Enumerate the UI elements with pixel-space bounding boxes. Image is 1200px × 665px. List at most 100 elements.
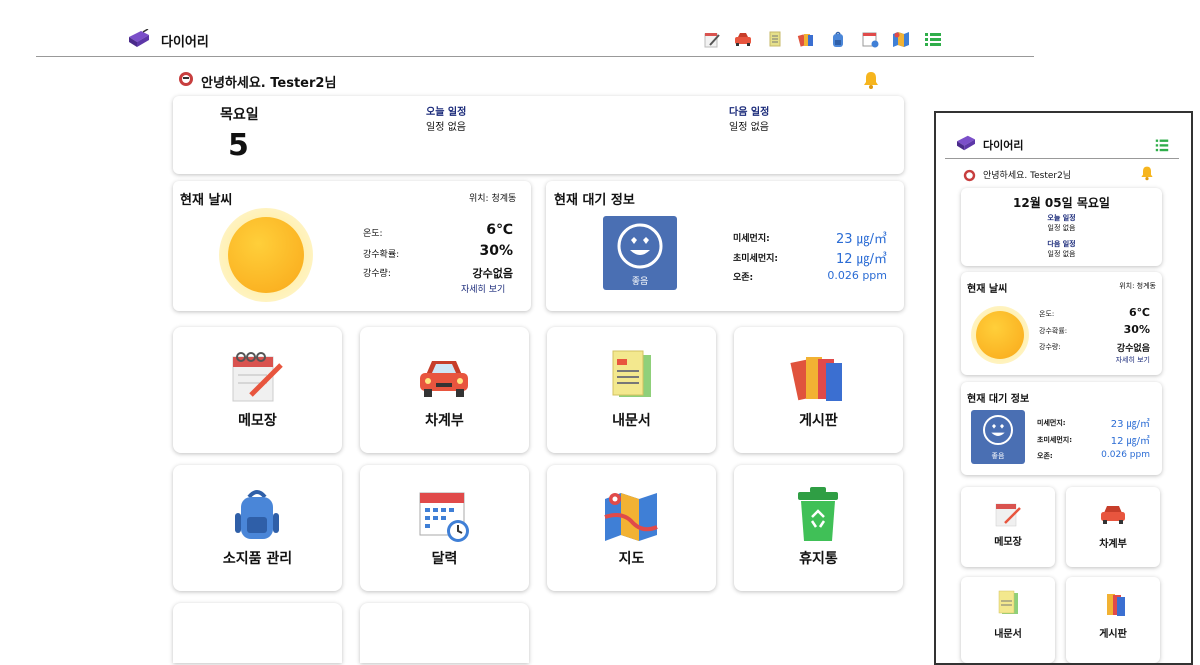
temp-label: 온도: bbox=[363, 229, 383, 239]
notification-bell-icon[interactable] bbox=[861, 70, 881, 90]
tile-label: 메모장 bbox=[238, 413, 277, 429]
notepad-icon bbox=[994, 500, 1022, 528]
mobile-pm25-label: 초미세먼지: bbox=[1037, 436, 1072, 444]
mobile-air-card: 현재 대기 정보 좋음 미세먼지: 23 ㎍/㎥ 초미세먼지: 12 ㎍/㎥ 오… bbox=[961, 382, 1162, 475]
rain-prob-value: 30% bbox=[479, 243, 513, 259]
list-icon[interactable] bbox=[924, 30, 944, 50]
diary-logo-icon[interactable] bbox=[127, 28, 151, 49]
app-title[interactable]: 다이어리 bbox=[161, 31, 209, 50]
binder-icon[interactable] bbox=[797, 30, 817, 50]
mobile-rain-amount-label: 강수량: bbox=[1039, 343, 1061, 351]
mobile-location: 위치: 청계동 bbox=[1119, 282, 1156, 290]
mobile-air-title: 현재 대기 정보 bbox=[967, 394, 1030, 405]
tile-trash[interactable]: 휴지통 bbox=[734, 465, 903, 591]
backpack-icon bbox=[229, 487, 285, 543]
air-status-box: 좋음 bbox=[603, 216, 677, 290]
map-icon[interactable] bbox=[892, 30, 912, 50]
tile-label: 지도 bbox=[618, 551, 645, 567]
rain-amount-value: 강수없음 bbox=[472, 267, 513, 280]
tile-my-documents[interactable]: 내문서 bbox=[547, 327, 716, 453]
tile-map[interactable]: 지도 bbox=[547, 465, 716, 591]
document-icon bbox=[603, 349, 659, 405]
greeting-text: 안녕하세요. Tester2님 bbox=[201, 76, 337, 91]
mobile-weather-card: 현재 날씨 위치: 청계동 온도: 6℃ 강수확률: 30% 강수량: 강수없음… bbox=[961, 272, 1162, 375]
tile-calendar[interactable]: 달력 bbox=[360, 465, 529, 591]
mobile-ozone-value: 0.026 ppm bbox=[1101, 450, 1150, 460]
tile-board[interactable]: 게시판 bbox=[734, 327, 903, 453]
weekday-label: 목요일 bbox=[220, 107, 259, 123]
weather-location: 위치: 청계동 bbox=[469, 194, 517, 204]
today-schedule-value: 일정 없음 bbox=[426, 122, 466, 133]
day-number: 5 bbox=[228, 128, 249, 163]
calendar-icon[interactable] bbox=[861, 30, 881, 50]
mobile-pm25-value: 12 ㎍/㎥ bbox=[1110, 436, 1150, 447]
trash-icon bbox=[790, 487, 846, 543]
tile-label: 게시판 bbox=[799, 413, 838, 429]
tile-label: 게시판 bbox=[1099, 629, 1127, 640]
tile-car-log[interactable]: 차계부 bbox=[360, 327, 529, 453]
map-icon bbox=[603, 487, 659, 543]
notification-bell-icon[interactable] bbox=[1139, 165, 1155, 181]
tile-memo[interactable]: 메모장 bbox=[173, 327, 342, 453]
sun-icon bbox=[976, 311, 1024, 359]
user-avatar-icon bbox=[963, 167, 976, 182]
car-icon bbox=[416, 349, 472, 405]
rain-amount-label: 강수량: bbox=[363, 269, 391, 279]
list-icon[interactable] bbox=[1154, 137, 1170, 152]
tile-label: 차계부 bbox=[1099, 539, 1127, 550]
ozone-label: 오존: bbox=[733, 273, 754, 283]
mobile-temp-value: 6℃ bbox=[1129, 306, 1150, 319]
car-icon[interactable] bbox=[734, 30, 754, 50]
pm10-label: 미세먼지: bbox=[733, 234, 770, 244]
mobile-tile-board[interactable]: 게시판 bbox=[1066, 577, 1160, 663]
notepad-icon[interactable] bbox=[703, 30, 723, 50]
mobile-next-value: 일정 없음 bbox=[1047, 250, 1076, 258]
user-avatar-icon bbox=[178, 71, 194, 87]
air-quality-title: 현재 대기 정보 bbox=[554, 193, 635, 208]
pm10-value: 23 ㎍/㎥ bbox=[835, 232, 887, 247]
today-schedule-title: 오늘 일정 bbox=[426, 107, 467, 118]
mobile-rain-prob-value: 30% bbox=[1123, 323, 1150, 336]
mobile-pm10-label: 미세먼지: bbox=[1037, 419, 1066, 427]
notepad-icon bbox=[229, 349, 285, 405]
mobile-air-status-box: 좋음 bbox=[971, 410, 1025, 464]
tile-label: 소지품 관리 bbox=[222, 551, 293, 567]
car-icon bbox=[1099, 500, 1127, 528]
temp-value: 6℃ bbox=[486, 222, 513, 238]
binder-icon bbox=[1099, 590, 1127, 618]
diary-logo-icon[interactable] bbox=[955, 134, 977, 152]
tile-label: 차계부 bbox=[425, 413, 464, 429]
next-schedule-value: 일정 없음 bbox=[729, 122, 769, 133]
mobile-tile-car-log[interactable]: 차계부 bbox=[1066, 487, 1160, 567]
smiley-face-icon bbox=[982, 414, 1014, 446]
air-quality-card: 현재 대기 정보 좋음 미세먼지: 23 ㎍/㎥ 초미세먼지: 12 ㎍/㎥ 오… bbox=[546, 181, 904, 311]
rain-prob-label: 강수확률: bbox=[363, 250, 400, 260]
tile-belongings[interactable]: 소지품 관리 bbox=[173, 465, 342, 591]
tile-more-1[interactable] bbox=[173, 603, 342, 663]
next-schedule-title: 다음 일정 bbox=[729, 107, 770, 118]
pm25-label: 초미세먼지: bbox=[733, 254, 778, 264]
mobile-detail-link[interactable]: 자세히 보기 bbox=[1116, 355, 1150, 365]
tile-more-2[interactable] bbox=[360, 603, 529, 663]
mobile-tile-memo[interactable]: 메모장 bbox=[961, 487, 1055, 567]
mobile-weather-title: 현재 날씨 bbox=[967, 284, 1008, 295]
document-icon[interactable] bbox=[766, 30, 786, 50]
mobile-app-title[interactable]: 다이어리 bbox=[983, 137, 1023, 153]
tile-label: 내문서 bbox=[612, 413, 651, 429]
mobile-header-divider bbox=[945, 158, 1179, 159]
mobile-date: 12월 05일 목요일 bbox=[1013, 196, 1110, 210]
tile-label: 휴지통 bbox=[799, 551, 838, 567]
mobile-preview: 다이어리 안녕하세요. Tester2님 12월 05일 목요일 오늘 일정 일… bbox=[934, 111, 1193, 665]
mobile-rain-prob-label: 강수확률: bbox=[1039, 327, 1068, 335]
mobile-schedule-card: 12월 05일 목요일 오늘 일정 일정 없음 다음 일정 일정 없음 bbox=[961, 188, 1162, 266]
document-icon bbox=[994, 590, 1022, 618]
mobile-next-title: 다음 일정 bbox=[1047, 240, 1076, 248]
tile-label: 달력 bbox=[431, 551, 458, 567]
backpack-icon[interactable] bbox=[829, 30, 849, 50]
pm25-value: 12 ㎍/㎥ bbox=[835, 252, 887, 267]
weather-detail-link[interactable]: 자세히 보기 bbox=[461, 282, 505, 295]
mobile-tile-my-documents[interactable]: 내문서 bbox=[961, 577, 1055, 663]
mobile-temp-label: 온도: bbox=[1039, 310, 1055, 318]
schedule-card: 목요일 5 오늘 일정 일정 없음 다음 일정 일정 없음 bbox=[173, 96, 904, 174]
mobile-air-status: 좋음 bbox=[991, 452, 1005, 460]
